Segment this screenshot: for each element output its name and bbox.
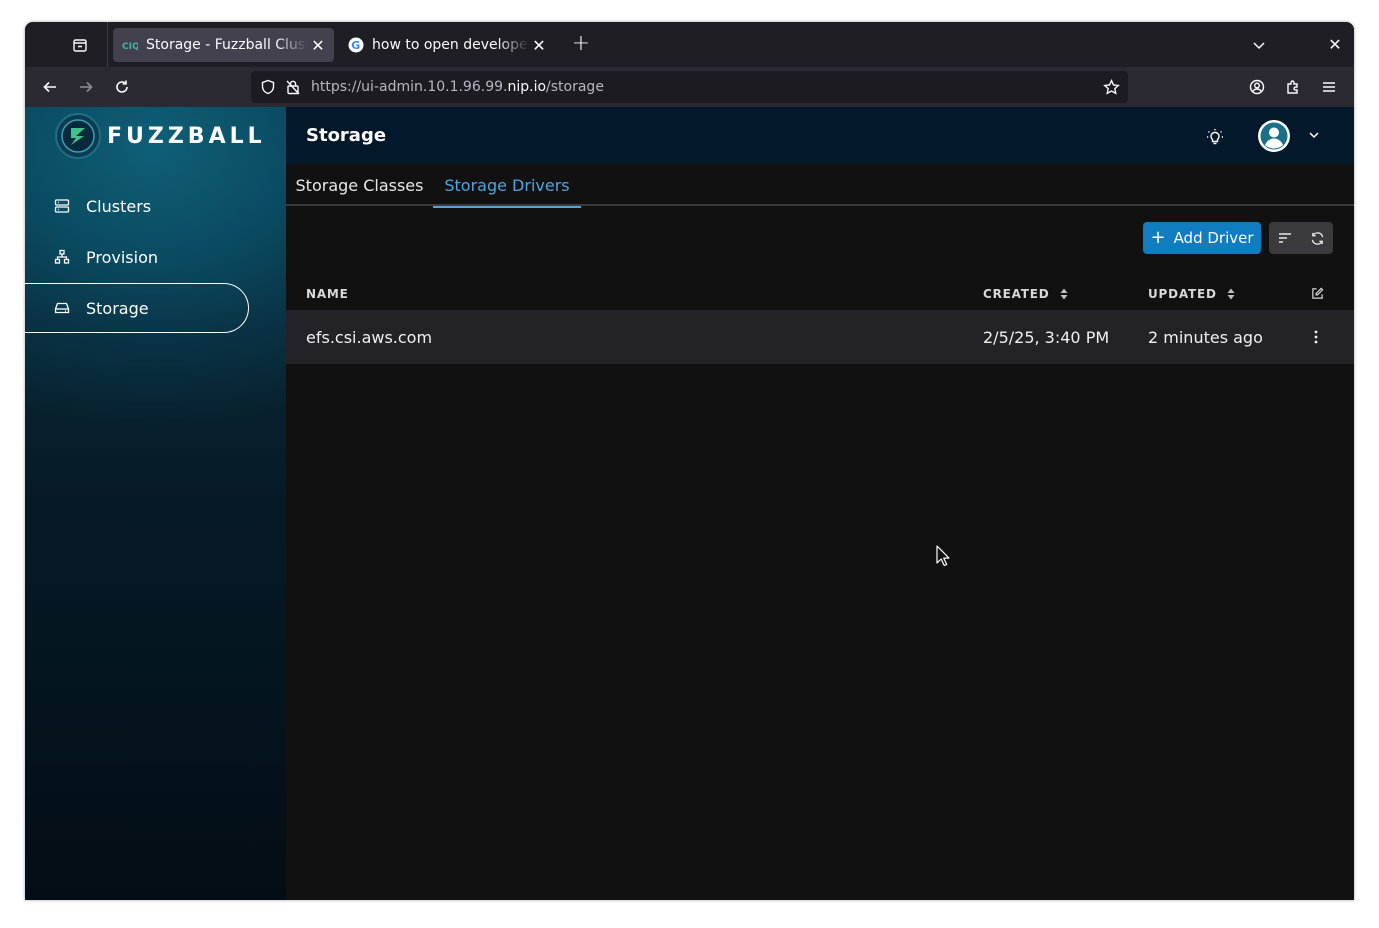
back-arrow-icon[interactable]	[38, 75, 62, 99]
storage-tabs: Storage Classes Storage Drivers	[286, 164, 1354, 208]
table-tools	[1269, 222, 1333, 254]
url-prefix: https://ui-admin.10.1.96.99.	[311, 79, 508, 95]
cell-name[interactable]: efs.csi.aws.com	[306, 328, 432, 347]
url-host: nip.io	[507, 79, 547, 95]
list-all-tabs-chevron-icon[interactable]	[1248, 34, 1270, 56]
sidebar-item-label: Storage	[86, 298, 149, 318]
url-bar[interactable]: https://ui-admin.10.1.96.99.nip.io/stora…	[251, 71, 1128, 103]
hard-drive-icon	[53, 299, 71, 317]
forward-arrow-icon[interactable]	[74, 75, 98, 99]
sidebar: FUZZBALL Clusters Provision Storage	[25, 107, 286, 900]
tab-storage-drivers[interactable]: Storage Drivers	[433, 164, 581, 208]
mouse-cursor-icon	[936, 545, 950, 567]
browser-tab-search[interactable]: G how to open developer tools ✕	[339, 28, 555, 62]
new-tab-plus-icon[interactable]: +	[570, 33, 592, 56]
server-icon	[53, 197, 71, 215]
table-row[interactable]: efs.csi.aws.com 2/5/25, 3:40 PM 2 minute…	[286, 310, 1354, 364]
svg-text:G: G	[351, 39, 360, 52]
ciq-favicon-icon: CIQ	[122, 37, 138, 53]
window-close-icon[interactable]: ✕	[1324, 34, 1346, 56]
insecure-lock-icon[interactable]	[285, 78, 301, 96]
column-header-label: CREATED	[983, 287, 1050, 301]
edit-columns-icon[interactable]	[1309, 285, 1325, 301]
fuzzball-logo-mark-icon	[55, 113, 101, 159]
plus-icon: +	[1150, 227, 1166, 248]
hamburger-menu-icon[interactable]	[1317, 75, 1341, 99]
cell-created: 2/5/25, 3:40 PM	[983, 328, 1110, 347]
sidebar-item-storage[interactable]: Storage	[25, 283, 249, 333]
column-header-label: NAME	[306, 287, 349, 301]
browser-window: CIQ Storage - Fuzzball Cluster Admin ✕ G…	[25, 22, 1354, 900]
account-icon[interactable]	[1245, 75, 1269, 99]
add-driver-label: Add Driver	[1173, 229, 1254, 247]
sort-icon[interactable]	[1060, 288, 1068, 300]
sidebar-item-clusters[interactable]: Clusters	[25, 181, 249, 231]
fuzzball-app: FUZZBALL Clusters Provision Storage Stor…	[25, 107, 1354, 900]
browser-tab-storage[interactable]: CIQ Storage - Fuzzball Cluster Admin ✕	[113, 28, 334, 62]
browser-tab-title: Storage - Fuzzball Cluster Admin	[146, 37, 308, 53]
navigation-bar: https://ui-admin.10.1.96.99.nip.io/stora…	[25, 67, 1354, 107]
fuzzball-logo[interactable]: FUZZBALL	[55, 113, 266, 159]
tab-strip: CIQ Storage - Fuzzball Cluster Admin ✕ G…	[25, 22, 1354, 67]
logo-text: FUZZBALL	[107, 123, 266, 149]
firefox-view-icon[interactable]	[69, 34, 91, 56]
browser-tab-title: how to open developer tools	[372, 37, 529, 53]
sidebar-item-label: Clusters	[86, 196, 152, 216]
add-driver-button[interactable]: + Add Driver	[1143, 222, 1261, 254]
user-avatar-icon	[1260, 122, 1288, 150]
sidebar-item-label: Provision	[86, 247, 159, 267]
row-actions-kebab-icon[interactable]	[1306, 327, 1326, 347]
top-bar: Storage	[286, 107, 1354, 164]
close-tab-icon[interactable]: ✕	[529, 36, 549, 55]
svg-text:CIQ: CIQ	[122, 42, 138, 51]
close-tab-icon[interactable]: ✕	[308, 36, 328, 55]
tab-storage-classes[interactable]: Storage Classes	[286, 164, 433, 206]
column-header-label: UPDATED	[1148, 287, 1217, 301]
page-title: Storage	[306, 125, 387, 146]
column-header-updated[interactable]: UPDATED	[1148, 287, 1235, 301]
bookmark-star-icon[interactable]	[1102, 78, 1120, 96]
column-header-created[interactable]: CREATED	[983, 287, 1068, 301]
extensions-puzzle-icon[interactable]	[1281, 75, 1305, 99]
reload-icon[interactable]	[110, 75, 134, 99]
sort-lines-icon[interactable]	[1269, 222, 1301, 254]
url-text[interactable]: https://ui-admin.10.1.96.99.nip.io/stora…	[311, 79, 604, 95]
cell-updated: 2 minutes ago	[1148, 328, 1263, 347]
sort-icon[interactable]	[1227, 288, 1235, 300]
chevron-down-icon[interactable]	[1306, 127, 1322, 143]
url-path: /storage	[546, 79, 604, 95]
main-content: Storage Storage Classes Storage Drivers …	[286, 107, 1354, 900]
tracking-shield-icon[interactable]	[259, 78, 277, 96]
refresh-icon[interactable]	[1301, 222, 1333, 254]
column-header-name[interactable]: NAME	[306, 287, 349, 301]
table-header: NAME CREATED UPDATED	[286, 279, 1354, 309]
user-avatar[interactable]	[1258, 120, 1290, 152]
tab-separator	[107, 22, 108, 67]
sitemap-icon	[53, 248, 71, 266]
sidebar-item-provision[interactable]: Provision	[25, 232, 249, 282]
google-favicon-icon: G	[348, 37, 364, 53]
lightbulb-theme-icon[interactable]	[1204, 126, 1226, 148]
